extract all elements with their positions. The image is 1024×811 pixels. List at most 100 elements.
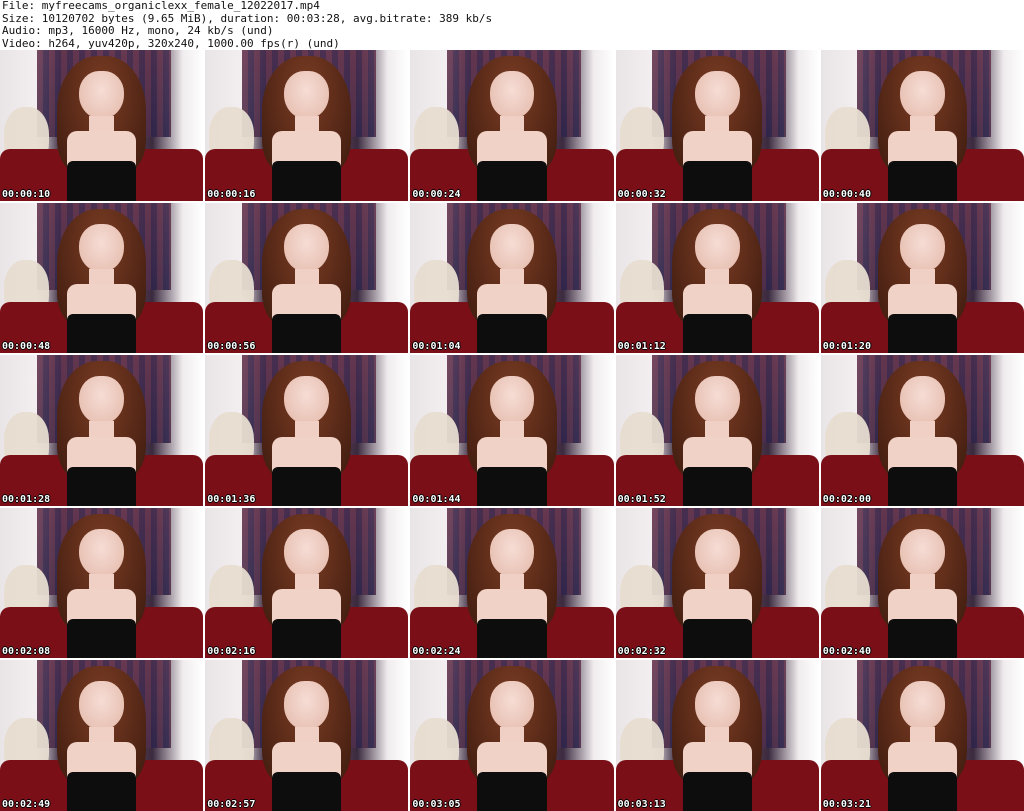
- face: [79, 71, 124, 120]
- timestamp-label: 00:00:40: [822, 188, 871, 200]
- audio-line: Audio: mp3, 16000 Hz, mono, 24 kb/s (und…: [2, 24, 274, 37]
- black-top: [887, 314, 957, 354]
- timestamp-label: 00:01:20: [822, 341, 871, 353]
- timestamp-label: 00:01:28: [2, 493, 51, 505]
- black-top: [67, 466, 137, 506]
- face: [284, 681, 330, 730]
- black-top: [67, 314, 137, 354]
- timestamp-label: 00:00:16: [207, 188, 256, 200]
- black-top: [67, 771, 137, 811]
- timestamp-label: 00:01:44: [412, 493, 461, 505]
- file-name-line: File: myfreecams_organiclexx_female_1202…: [2, 0, 320, 12]
- timestamp-label: 00:00:56: [207, 341, 256, 353]
- face: [284, 528, 330, 578]
- face: [79, 528, 124, 578]
- black-top: [682, 161, 752, 201]
- face: [284, 223, 330, 272]
- timestamp-label: 00:03:21: [822, 799, 871, 810]
- timestamp-label: 00:01:04: [412, 341, 461, 353]
- timestamp-label: 00:02:00: [822, 493, 871, 505]
- timestamp-label: 00:01:36: [207, 493, 256, 505]
- face: [694, 71, 740, 120]
- video-thumbnail[interactable]: 00:01:52: [615, 355, 819, 506]
- video-thumbnail[interactable]: 00:00:40: [820, 50, 1024, 201]
- timestamp-label: 00:01:12: [617, 341, 666, 353]
- video-thumbnail[interactable]: 00:00:24: [410, 50, 614, 201]
- black-top: [682, 314, 752, 354]
- black-top: [272, 619, 342, 659]
- timestamp-label: 00:02:40: [822, 646, 871, 658]
- black-top: [477, 161, 547, 201]
- timestamp-label: 00:02:24: [412, 646, 461, 658]
- black-top: [682, 466, 752, 506]
- black-top: [887, 161, 957, 201]
- video-thumbnail[interactable]: 00:03:05: [410, 660, 614, 811]
- video-thumbnail[interactable]: 00:02:32: [615, 507, 819, 659]
- black-top: [477, 314, 547, 354]
- black-top: [682, 771, 752, 811]
- face: [900, 376, 945, 425]
- black-top: [272, 466, 342, 506]
- black-top: [682, 619, 752, 659]
- black-top: [272, 314, 342, 354]
- timestamp-label: 00:00:32: [617, 188, 666, 200]
- video-thumbnail[interactable]: 00:00:56: [205, 202, 409, 354]
- black-top: [67, 161, 137, 201]
- video-thumbnail[interactable]: 00:01:12: [615, 202, 819, 354]
- video-line: Video: h264, yuv420p, 320x240, 1000.00 f…: [2, 36, 340, 50]
- video-thumbnail[interactable]: 00:02:49: [0, 660, 204, 811]
- black-top: [272, 161, 342, 201]
- black-top: [887, 466, 957, 506]
- face: [694, 681, 740, 730]
- video-thumbnail[interactable]: 00:02:08: [0, 507, 204, 659]
- video-thumbnail[interactable]: 00:01:36: [205, 355, 409, 506]
- black-top: [887, 771, 957, 811]
- file-info-header: File: myfreecams_organiclexx_female_1202…: [2, 0, 1022, 50]
- timestamp-label: 00:02:32: [617, 646, 666, 658]
- video-thumbnail[interactable]: 00:03:13: [615, 660, 819, 811]
- timestamp-label: 00:01:52: [617, 493, 666, 505]
- video-thumbnail[interactable]: 00:01:20: [820, 202, 1024, 354]
- video-thumbnail[interactable]: 00:01:44: [410, 355, 614, 506]
- face: [900, 681, 945, 730]
- face: [694, 376, 740, 425]
- video-thumbnail[interactable]: 00:00:48: [0, 202, 204, 354]
- timestamp-label: 00:02:57: [207, 799, 256, 810]
- face: [900, 528, 945, 578]
- timestamp-label: 00:00:10: [2, 188, 51, 200]
- timestamp-label: 00:00:48: [2, 341, 51, 353]
- black-top: [477, 771, 547, 811]
- timestamp-label: 00:02:08: [2, 646, 51, 658]
- face: [489, 528, 535, 578]
- timestamp-label: 00:02:49: [2, 799, 51, 810]
- face: [79, 223, 124, 272]
- face: [900, 223, 945, 272]
- video-thumbnail[interactable]: 00:00:32: [615, 50, 819, 201]
- video-thumbnail[interactable]: 00:01:28: [0, 355, 204, 506]
- video-thumbnail[interactable]: 00:01:04: [410, 202, 614, 354]
- video-thumbnail[interactable]: 00:00:16: [205, 50, 409, 201]
- black-top: [272, 771, 342, 811]
- video-thumbnail[interactable]: 00:03:21: [820, 660, 1024, 811]
- face: [489, 681, 535, 730]
- black-top: [477, 619, 547, 659]
- video-thumbnail[interactable]: 00:02:16: [205, 507, 409, 659]
- black-top: [887, 619, 957, 659]
- timestamp-label: 00:00:24: [412, 188, 461, 200]
- video-thumbnail[interactable]: 00:02:40: [820, 507, 1024, 659]
- face: [694, 223, 740, 272]
- video-thumbnail[interactable]: 00:02:00: [820, 355, 1024, 506]
- black-top: [477, 466, 547, 506]
- timestamp-label: 00:03:05: [412, 799, 461, 810]
- video-thumbnail[interactable]: 00:02:24: [410, 507, 614, 659]
- face: [694, 528, 740, 578]
- face: [489, 223, 535, 272]
- timestamp-label: 00:03:13: [617, 799, 666, 810]
- video-thumbnail[interactable]: 00:00:10: [0, 50, 204, 201]
- thumbnail-grid: 00:00:10 00:00:16 00:00:24 00:00:32 00:00:40…: [0, 50, 1024, 811]
- face: [900, 71, 945, 120]
- video-thumbnail[interactable]: 00:02:57: [205, 660, 409, 811]
- timestamp-label: 00:02:16: [207, 646, 256, 658]
- face: [79, 681, 124, 730]
- black-top: [67, 619, 137, 659]
